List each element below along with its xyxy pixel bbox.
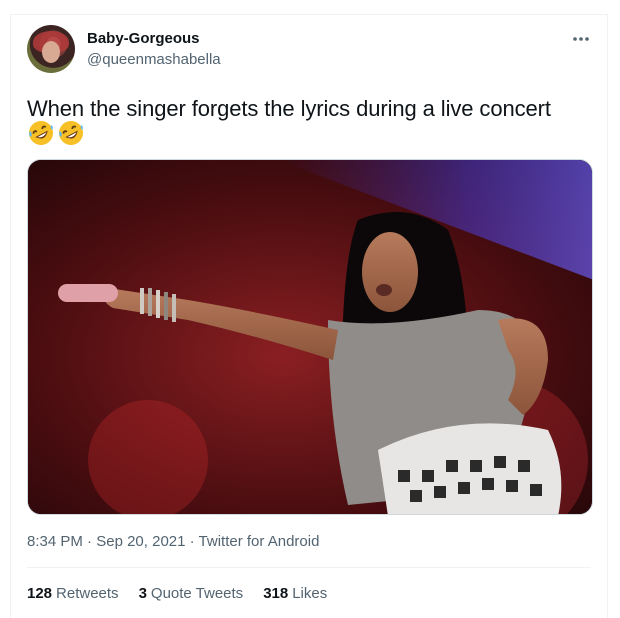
avatar[interactable] (27, 25, 75, 73)
retweets-stat[interactable]: 128 Retweets (27, 585, 119, 602)
retweets-label: Retweets (56, 585, 119, 602)
tweet-photo[interactable] (27, 159, 593, 515)
quote-tweets-count: 3 (138, 585, 147, 602)
tweet-time[interactable]: 8:34 PM (27, 533, 83, 550)
avatar-face (42, 41, 60, 63)
display-name[interactable]: Baby-Gorgeous (87, 30, 200, 47)
concert-photo-illustration (28, 160, 592, 514)
emoji-row (27, 119, 85, 147)
tweet-meta: 8:34 PM · Sep 20, 2021 · Twitter for And… (27, 533, 319, 550)
tweet-card: Baby-Gorgeous @queenmashabella When the … (10, 14, 608, 618)
more-options-button[interactable] (569, 27, 593, 51)
more-dots-icon (573, 37, 589, 41)
tweet-source[interactable]: Twitter for Android (199, 533, 320, 550)
meta-separator: · (189, 533, 199, 550)
tweet-stats: 128 Retweets 3 Quote Tweets 318 Likes (27, 585, 327, 602)
user-handle[interactable]: @queenmashabella (87, 51, 221, 68)
rolling-on-floor-laughing-icon (27, 119, 55, 147)
meta-separator: · (87, 533, 97, 550)
likes-label: Likes (292, 585, 328, 602)
retweets-count: 128 (27, 585, 53, 602)
tweet-date[interactable]: Sep 20, 2021 (96, 533, 185, 550)
rolling-on-floor-laughing-icon (57, 119, 85, 147)
likes-count: 318 (263, 585, 289, 602)
quote-tweets-label: Quote Tweets (150, 585, 244, 602)
likes-stat[interactable]: 318 Likes (263, 585, 327, 602)
tweet-text: When the singer forgets the lyrics durin… (27, 96, 551, 121)
quote-tweets-stat[interactable]: 3 Quote Tweets (139, 585, 244, 602)
divider (27, 567, 591, 568)
